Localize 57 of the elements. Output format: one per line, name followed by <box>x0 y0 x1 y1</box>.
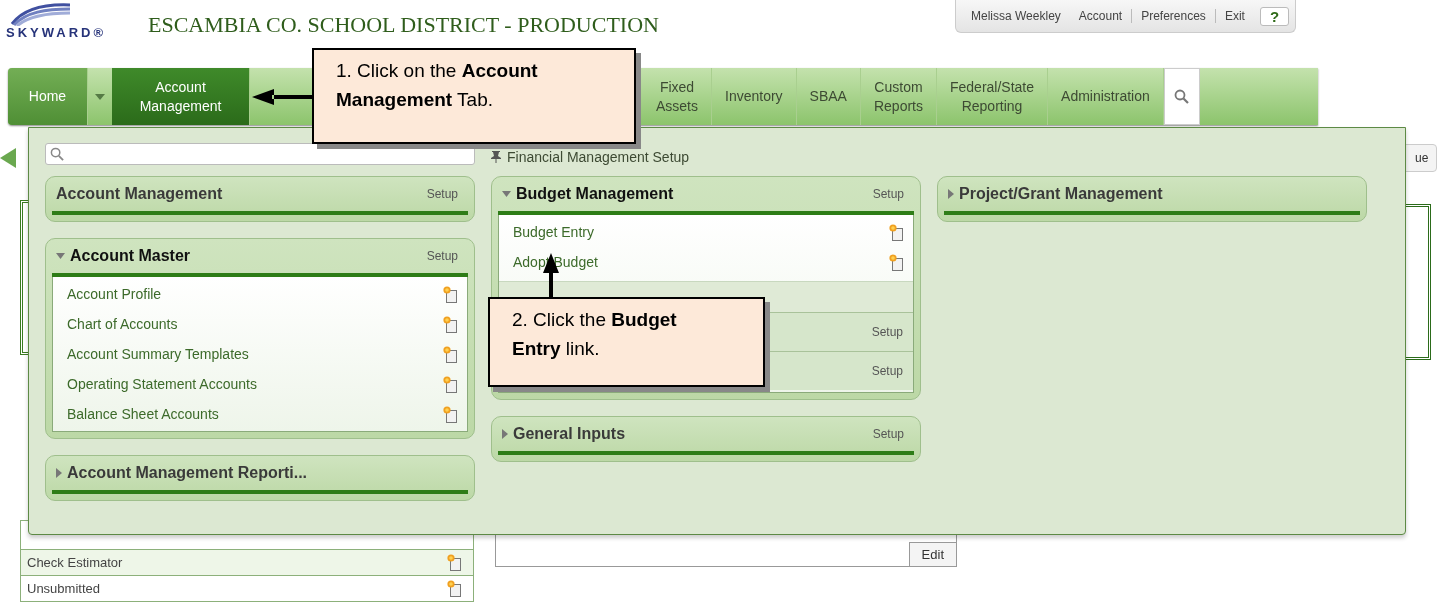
group-title[interactable]: Budget Management <box>516 185 674 203</box>
setup-link[interactable]: Setup <box>872 187 904 201</box>
nav-tab[interactable]: Federal/State Reporting <box>937 68 1049 125</box>
exit-link[interactable]: Exit <box>1214 9 1254 23</box>
expand-caret-icon[interactable] <box>502 429 508 439</box>
menu-item[interactable]: Chart of Accounts <box>53 309 467 339</box>
group-title[interactable]: Account Management Reporti... <box>67 464 308 482</box>
setup-link[interactable]: Setup <box>871 364 903 378</box>
nav-tab[interactable]: Administration <box>1048 68 1164 125</box>
user-name: Melissa Weekley <box>970 9 1062 23</box>
list-item[interactable]: Check Estimator <box>27 555 123 570</box>
pointer-arrow <box>252 89 314 105</box>
page-icon <box>443 345 457 363</box>
page-icon <box>443 315 457 333</box>
page-icon <box>443 375 457 393</box>
logo: SKYWARD® <box>0 2 148 42</box>
page-icon <box>889 223 903 241</box>
group-title[interactable]: General Inputs <box>513 425 626 443</box>
page-icon <box>447 554 461 571</box>
account-link[interactable]: Account <box>1069 9 1132 23</box>
nav-tab[interactable]: SBAA <box>796 68 861 125</box>
menu-item[interactable]: Account Summary Templates <box>53 339 467 369</box>
nav-tab[interactable]: Account Management <box>112 68 250 125</box>
setup-link[interactable]: Setup <box>872 427 904 441</box>
back-arrow-icon[interactable] <box>0 148 16 168</box>
group-title[interactable]: Account Management <box>56 185 223 203</box>
menu-item[interactable]: Balance Sheet Accounts <box>53 399 467 429</box>
nav-tab[interactable]: Custom Reports <box>860 68 937 125</box>
district-title: ESCAMBIA CO. SCHOOL DISTRICT - PRODUCTION <box>148 12 659 38</box>
setup-link[interactable]: Setup <box>871 325 903 339</box>
page-icon <box>443 405 457 423</box>
help-button[interactable]: ? <box>1259 6 1290 26</box>
list-item[interactable]: Unsubmitted <box>27 581 100 596</box>
collapse-caret-icon[interactable] <box>502 191 511 197</box>
edit-button[interactable]: Edit <box>908 542 956 566</box>
group-title[interactable]: Project/Grant Management <box>959 185 1163 203</box>
menu-item[interactable]: Account Profile <box>53 279 467 309</box>
preferences-link[interactable]: Preferences <box>1131 9 1215 23</box>
dropdown-caret-icon[interactable] <box>95 93 105 100</box>
menu-search-field[interactable] <box>45 143 475 165</box>
breadcrumb: Financial Management Setup <box>507 149 690 165</box>
expand-caret-icon[interactable] <box>948 189 954 199</box>
menu-item[interactable]: Budget Entry <box>499 217 913 247</box>
group-title[interactable]: Account Master <box>70 247 191 265</box>
page-icon <box>443 285 457 303</box>
search-icon[interactable] <box>1174 89 1190 104</box>
collapse-caret-icon[interactable] <box>56 253 65 259</box>
setup-link[interactable]: Setup <box>426 187 458 201</box>
nav-tab[interactable]: Inventory <box>712 68 797 125</box>
expand-caret-icon[interactable] <box>56 468 62 478</box>
nav-tab[interactable]: Fixed Assets <box>643 68 712 125</box>
page-icon <box>889 253 903 271</box>
setup-link[interactable]: Setup <box>426 249 458 263</box>
page-icon <box>447 580 461 597</box>
search-icon <box>50 147 64 161</box>
menu-item[interactable]: Operating Statement Accounts <box>53 369 467 399</box>
pin-icon <box>491 151 501 163</box>
